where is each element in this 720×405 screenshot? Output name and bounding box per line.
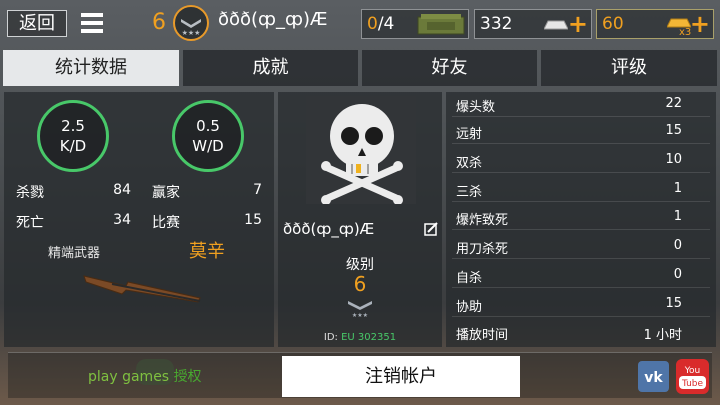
tab-bar: 统计数据 成就 好友 评级 <box>3 50 717 86</box>
level-label: 级别 <box>346 257 374 273</box>
tab-friends[interactable]: 好友 <box>362 50 537 86</box>
kd-label: K/D <box>59 137 87 155</box>
player-name: ððð(ȹ_ȹ)Æ <box>218 9 328 30</box>
divider <box>452 201 710 202</box>
wd-label: W/D <box>192 137 224 155</box>
silver-bar-icon <box>544 20 568 30</box>
wd-ring: 0.5 W/D <box>172 100 244 172</box>
stat-label: 杀戮 <box>16 185 44 201</box>
vk-icon[interactable]: vk <box>638 361 669 392</box>
stat-label: 比赛 <box>152 215 180 231</box>
crates-current: 0 <box>367 14 378 34</box>
stat-label: 协助 <box>456 300 483 315</box>
back-button[interactable]: 返回 <box>7 10 67 37</box>
top-bar: 返回 6 ★★★ ððð(ȹ_ȹ)Æ 0/4 332 + 60 x3 + <box>0 0 720 48</box>
stat-value: 0 <box>673 238 682 253</box>
ammo-crate-icon <box>417 14 465 35</box>
player-id-prefix: ID: <box>323 332 342 343</box>
profile-panel: ððð(ȹ_ȹ)Æ 级别 6 ★★★ ID: EU 302351 <box>278 92 442 347</box>
silver-counter[interactable]: 332 + <box>474 9 592 39</box>
stat-label: 用刀杀死 <box>456 242 509 257</box>
gold-value: 60 <box>602 14 624 34</box>
stat-value: 0 <box>673 267 682 282</box>
stat-label: 自杀 <box>456 271 483 286</box>
crates-counter[interactable]: 0/4 <box>361 9 469 39</box>
stat-value: 15 <box>244 212 262 228</box>
stat-value: 22 <box>665 96 682 111</box>
play-games-signin-button[interactable]: play games 授权 <box>88 366 202 386</box>
logout-button[interactable]: 注销帐户 <box>282 356 520 397</box>
stat-value: 1 <box>673 181 682 196</box>
bottom-bar: play games 授权 注销帐户 vk You Tube <box>8 352 712 398</box>
wd-value: 0.5 <box>196 117 220 135</box>
best-weapon-name: 莫辛 <box>189 241 225 262</box>
divider <box>452 172 710 173</box>
stat-label: 爆炸致死 <box>456 213 509 228</box>
player-level: 6 <box>152 10 166 35</box>
stat-value: 10 <box>665 152 682 167</box>
stat-label: 双杀 <box>456 156 483 171</box>
divider <box>452 116 710 117</box>
stat-label: 死亡 <box>16 215 44 231</box>
stat-value: 34 <box>113 212 131 228</box>
stat-label: 远射 <box>456 127 483 142</box>
level-value: 6 <box>353 272 367 296</box>
authorize-label: 授权 <box>173 369 202 385</box>
profile-name: ððð(ȹ_ȹ)Æ <box>283 220 375 238</box>
divider <box>452 143 710 144</box>
divider <box>452 287 710 288</box>
player-id-value: EU 302351 <box>341 332 397 343</box>
skull-icon <box>321 104 403 205</box>
edit-name-icon[interactable] <box>424 222 438 236</box>
divider <box>452 258 710 259</box>
svg-text:vk: vk <box>644 370 663 386</box>
tab-rating[interactable]: 评级 <box>541 50 717 86</box>
stat-value: 7 <box>253 182 262 198</box>
youtube-icon[interactable]: You Tube <box>676 359 709 394</box>
divider <box>452 316 710 317</box>
rank-chevron-icon: ★★★ <box>348 301 372 318</box>
kd-value: 2.5 <box>61 117 85 135</box>
crates-total: /4 <box>377 14 395 34</box>
silver-value: 332 <box>480 14 513 34</box>
stat-value: 15 <box>665 296 682 311</box>
player-id: ID: EU 302351 <box>278 332 442 343</box>
svg-text:★★★: ★★★ <box>352 312 368 318</box>
divider <box>452 229 710 230</box>
stat-value: 15 <box>665 123 682 138</box>
avatar[interactable] <box>306 96 416 205</box>
stat-value: 1 <box>673 209 682 224</box>
tab-statistics[interactable]: 统计数据 <box>3 50 179 86</box>
kd-ring: 2.5 K/D <box>37 100 109 172</box>
tab-achievements[interactable]: 成就 <box>183 50 358 86</box>
play-games-label: play games <box>88 369 170 385</box>
rifle-icon <box>83 275 201 303</box>
stat-value: 84 <box>113 182 131 198</box>
svg-text:★★★: ★★★ <box>182 29 201 37</box>
stat-value: 1 小时 <box>643 328 682 343</box>
svg-text:You: You <box>684 366 701 376</box>
stat-label: 爆头数 <box>456 100 496 115</box>
add-silver-button[interactable]: + <box>568 11 588 37</box>
stat-label: 三杀 <box>456 185 483 200</box>
rank-badge-icon: ★★★ <box>173 5 209 41</box>
add-gold-button[interactable]: + <box>690 11 710 37</box>
summary-stats-panel: 2.5 K/D 0.5 W/D 杀戮 84 死亡 34 赢家 7 比赛 15 精… <box>4 92 274 347</box>
stat-label: 赢家 <box>152 185 180 201</box>
svg-text:Tube: Tube <box>681 379 704 389</box>
gold-counter[interactable]: 60 x3 + <box>596 9 714 39</box>
best-weapon-label: 精端武器 <box>48 246 101 261</box>
stat-label: 播放时间 <box>456 328 509 343</box>
menu-icon[interactable] <box>81 13 103 33</box>
detailed-stats-panel: 爆头数 22 远射 15 双杀 10 三杀 1 爆炸致死 1 用刀杀死 0 自杀 0 协助 15… <box>446 92 716 347</box>
